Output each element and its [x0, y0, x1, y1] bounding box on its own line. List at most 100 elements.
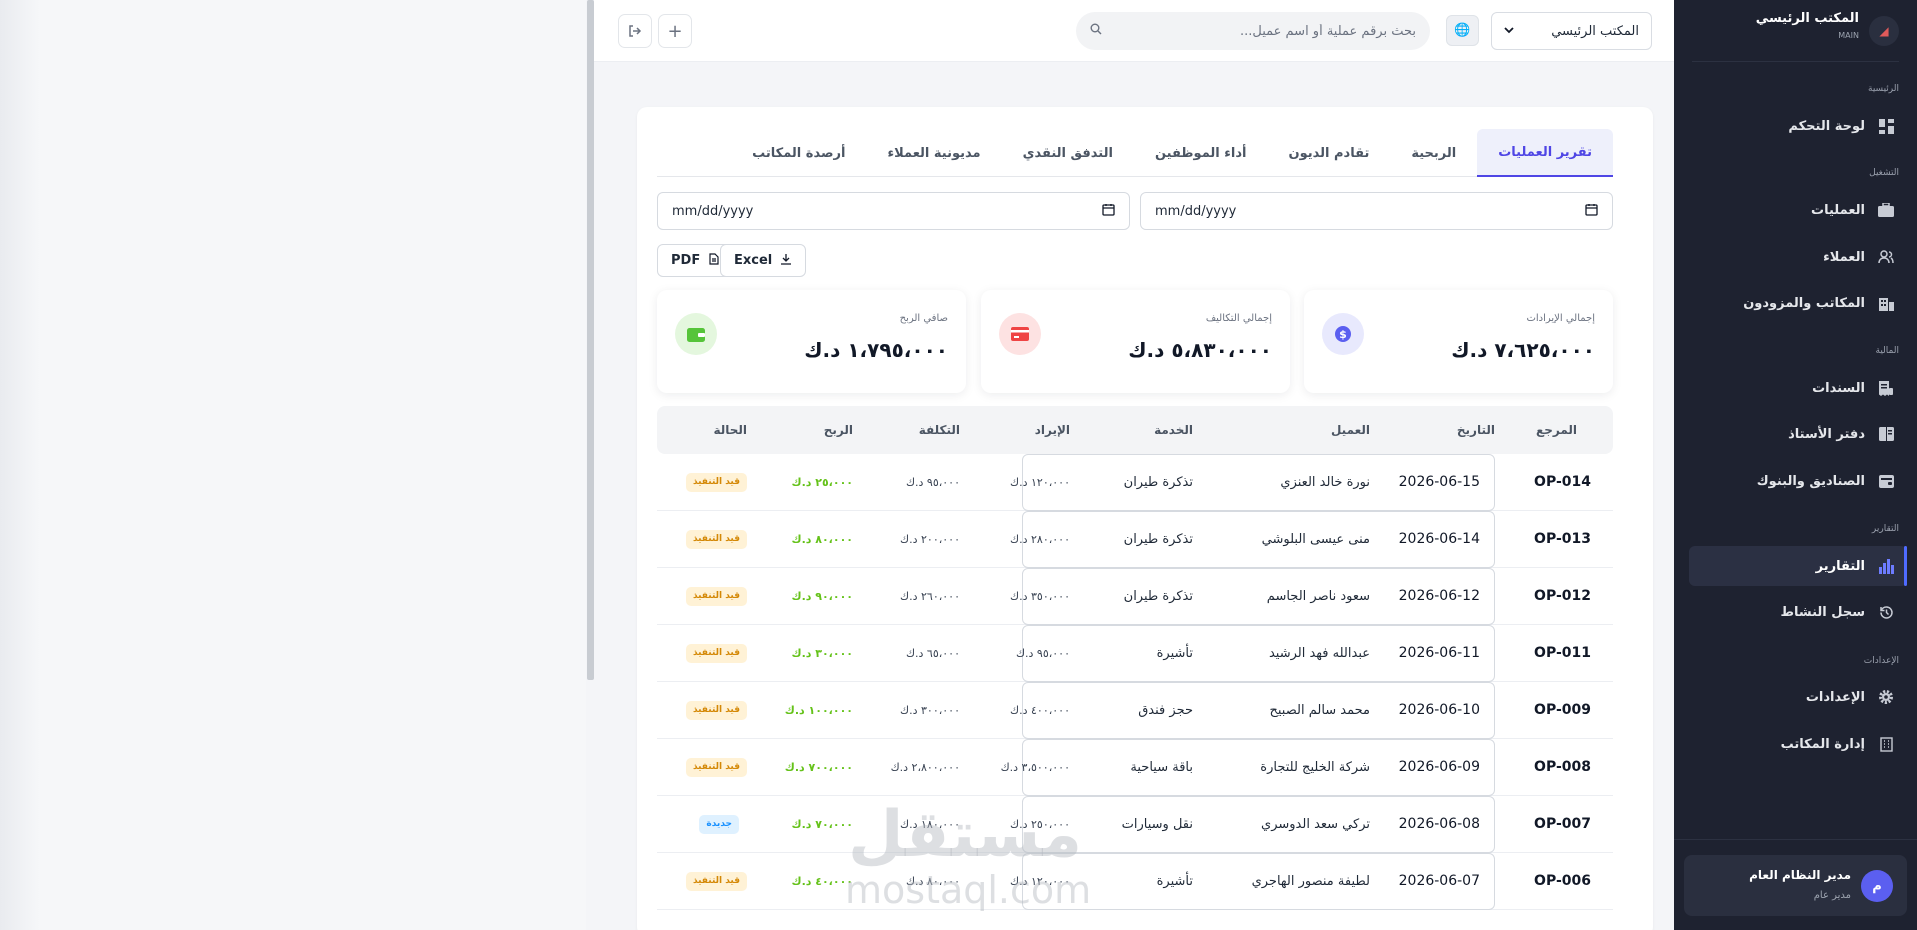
- avatar: م: [1861, 870, 1893, 902]
- row-service: تأشيرة: [1156, 874, 1193, 889]
- main-content: + 🌐 المكتب الرئيسي تقرير العمليات الربحي…: [594, 0, 1674, 930]
- tab-operations-report[interactable]: تقرير العمليات: [1477, 129, 1613, 177]
- export-excel-button[interactable]: Excel: [720, 244, 807, 277]
- edge-shadow: [0, 0, 40, 930]
- sidebar-item-label: العمليات: [1811, 202, 1865, 218]
- building-icon: [1877, 294, 1895, 312]
- row-service: تذكرة طيران: [1123, 475, 1193, 490]
- sidebar-item-vouchers[interactable]: السندات: [1689, 368, 1907, 408]
- row-client: منى عيسى البلوشي: [1261, 532, 1370, 547]
- office-select[interactable]: المكتب الرئيسي: [1491, 12, 1652, 50]
- th-status: الحالة: [713, 423, 747, 437]
- stat-revenue: إجمالي الإيرادات ٧،٦٢٥،٠٠٠ د.ك $: [1304, 290, 1613, 393]
- sidebar-item-label: دفتر الأستاذ: [1788, 426, 1865, 442]
- row-profit: ١٠٠،٠٠٠ د.ك: [784, 704, 853, 717]
- table-row[interactable]: OP-013 2026-06-14 منى عيسى البلوشي تذكرة…: [657, 511, 1613, 568]
- row-ref: OP-007: [1534, 816, 1591, 832]
- logout-button[interactable]: [618, 14, 652, 48]
- row-profit: ٢٥،٠٠٠ د.ك: [791, 476, 854, 489]
- row-profit: ٩٠،٠٠٠ د.ك: [791, 590, 854, 603]
- sidebar-item-activity[interactable]: سجل النشاط: [1689, 592, 1907, 632]
- sidebar-item-dashboard[interactable]: لوحة التحكم: [1689, 106, 1907, 146]
- sidebar-item-clients[interactable]: العملاء: [1689, 237, 1907, 277]
- tab-profitability[interactable]: الربحية: [1390, 129, 1477, 177]
- table-row[interactable]: OP-006 2026-06-07 لطيفة منصور الهاجري تأ…: [657, 853, 1613, 910]
- page-scrollbar[interactable]: [587, 0, 594, 680]
- table-header: المرجع التاريخ العميل الخدمة الإيراد الت…: [657, 406, 1613, 454]
- row-ref: OP-013: [1534, 531, 1591, 547]
- safe-icon: [1877, 472, 1895, 490]
- dollar-icon: $: [1322, 313, 1364, 355]
- row-ref: OP-009: [1534, 702, 1591, 718]
- row-ref: OP-011: [1534, 645, 1591, 661]
- brand-logo-icon: ◢: [1869, 16, 1899, 46]
- row-service: حجز فندق: [1138, 703, 1193, 718]
- sidebar-item-offices[interactable]: المكاتب والمزودون: [1689, 283, 1907, 323]
- sidebar-item-operations[interactable]: العمليات: [1689, 190, 1907, 230]
- user-profile[interactable]: م مدير النظام العام مدير عام: [1684, 855, 1907, 916]
- sidebar-divider: [1674, 839, 1917, 840]
- row-service: نقل وسيارات: [1121, 817, 1193, 832]
- table-row[interactable]: OP-009 2026-06-10 محمد سالم الصبيح حجز ف…: [657, 682, 1613, 739]
- sidebar-item-offices-management[interactable]: إدارة المكاتب: [1689, 724, 1907, 764]
- date-to-field[interactable]: mm/dd/yyyy: [657, 192, 1130, 230]
- row-client: عبدالله فهد الرشيد: [1268, 646, 1370, 661]
- row-revenue: ٢٥٠،٠٠٠ د.ك: [1010, 818, 1070, 831]
- sidebar-item-banks[interactable]: الصناديق والبنوك: [1689, 461, 1907, 501]
- calendar-icon[interactable]: [1585, 203, 1598, 220]
- search-input[interactable]: [1102, 23, 1416, 39]
- sidebar-item-ledger[interactable]: دفتر الأستاذ: [1689, 414, 1907, 454]
- row-profit: ٤٠،٠٠٠ د.ك: [791, 875, 854, 888]
- row-revenue: ٣،٥٠٠،٠٠٠ د.ك: [1000, 761, 1070, 774]
- tab-office-balances[interactable]: أرصدة المكاتب: [731, 129, 866, 177]
- logout-icon: [629, 25, 642, 37]
- top-bar: + 🌐 المكتب الرئيسي: [594, 0, 1674, 62]
- table-row[interactable]: OP-008 2026-06-09 شركة الخليج للتجارة با…: [657, 739, 1613, 796]
- th-date: التاريخ: [1456, 423, 1495, 437]
- language-button[interactable]: 🌐: [1446, 15, 1479, 46]
- th-ref: المرجع: [1536, 423, 1577, 437]
- users-icon: [1877, 248, 1895, 266]
- book-icon: [1877, 425, 1895, 443]
- calendar-icon[interactable]: [1102, 203, 1115, 220]
- tab-client-debts[interactable]: مديونية العملاء: [866, 129, 1001, 177]
- row-profit: ٧٠،٠٠٠ د.ك: [791, 818, 854, 831]
- stat-net-profit: صافي الربح ١،٧٩٥،٠٠٠ د.ك: [657, 290, 966, 393]
- table-row[interactable]: OP-014 2026-06-15 نورة خالد العنزي تذكرة…: [657, 454, 1613, 511]
- sidebar-item-label: التقارير: [1815, 558, 1865, 574]
- stat-profit-value: ١،٧٩٥،٠٠٠ د.ك: [804, 338, 948, 362]
- row-cost: ١٨٠،٠٠٠ د.ك: [900, 818, 960, 831]
- stat-revenue-value: ٧،٦٢٥،٠٠٠ د.ك: [1451, 338, 1595, 362]
- status-badge: قيد التنفيذ: [685, 473, 747, 492]
- row-date: 2026-06-11: [1022, 625, 1495, 682]
- table-row[interactable]: OP-007 2026-06-08 تركي سعد الدوسري نقل و…: [657, 796, 1613, 853]
- sidebar-item-label: العملاء: [1823, 249, 1865, 265]
- status-badge: قيد التنفيذ: [685, 587, 747, 606]
- tab-debt-aging[interactable]: تقادم الديون: [1268, 129, 1391, 177]
- user-name: مدير النظام العام: [1749, 868, 1851, 882]
- section-main: الرئيسية: [1868, 84, 1899, 94]
- row-service: باقة سياحية: [1130, 760, 1193, 775]
- empty-canvas: [0, 0, 586, 930]
- row-ref: OP-014: [1534, 474, 1591, 490]
- sidebar-item-label: الصناديق والبنوك: [1756, 473, 1865, 489]
- sidebar-item-settings[interactable]: الإعدادات: [1689, 677, 1907, 717]
- status-badge: قيد التنفيذ: [685, 701, 747, 720]
- table-row[interactable]: OP-011 2026-06-11 عبدالله فهد الرشيد تأش…: [657, 625, 1613, 682]
- date-from-field[interactable]: mm/dd/yyyy: [1140, 192, 1613, 230]
- th-profit: الربح: [823, 423, 853, 437]
- tab-cash-flow[interactable]: التدفق النقدي: [1002, 129, 1134, 177]
- search-box[interactable]: [1076, 12, 1430, 50]
- sidebar-item-reports[interactable]: التقارير: [1689, 546, 1907, 586]
- row-profit: ٨٠،٠٠٠ د.ك: [791, 533, 854, 546]
- row-date: 2026-06-10: [1022, 682, 1495, 739]
- row-client: نورة خالد العنزي: [1280, 475, 1370, 490]
- table-row[interactable]: OP-012 2026-06-12 سعود ناصر الجاسم تذكرة…: [657, 568, 1613, 625]
- status-badge: جديدة: [699, 815, 739, 834]
- add-button[interactable]: +: [658, 14, 692, 48]
- row-revenue: ٤٠٠،٠٠٠ د.ك: [1010, 704, 1070, 717]
- th-service: الخدمة: [1154, 423, 1193, 437]
- tab-employee-performance[interactable]: أداء الموظفين: [1134, 129, 1268, 177]
- row-service: تذكرة طيران: [1123, 532, 1193, 547]
- row-profit: ٣٠،٠٠٠ د.ك: [791, 647, 854, 660]
